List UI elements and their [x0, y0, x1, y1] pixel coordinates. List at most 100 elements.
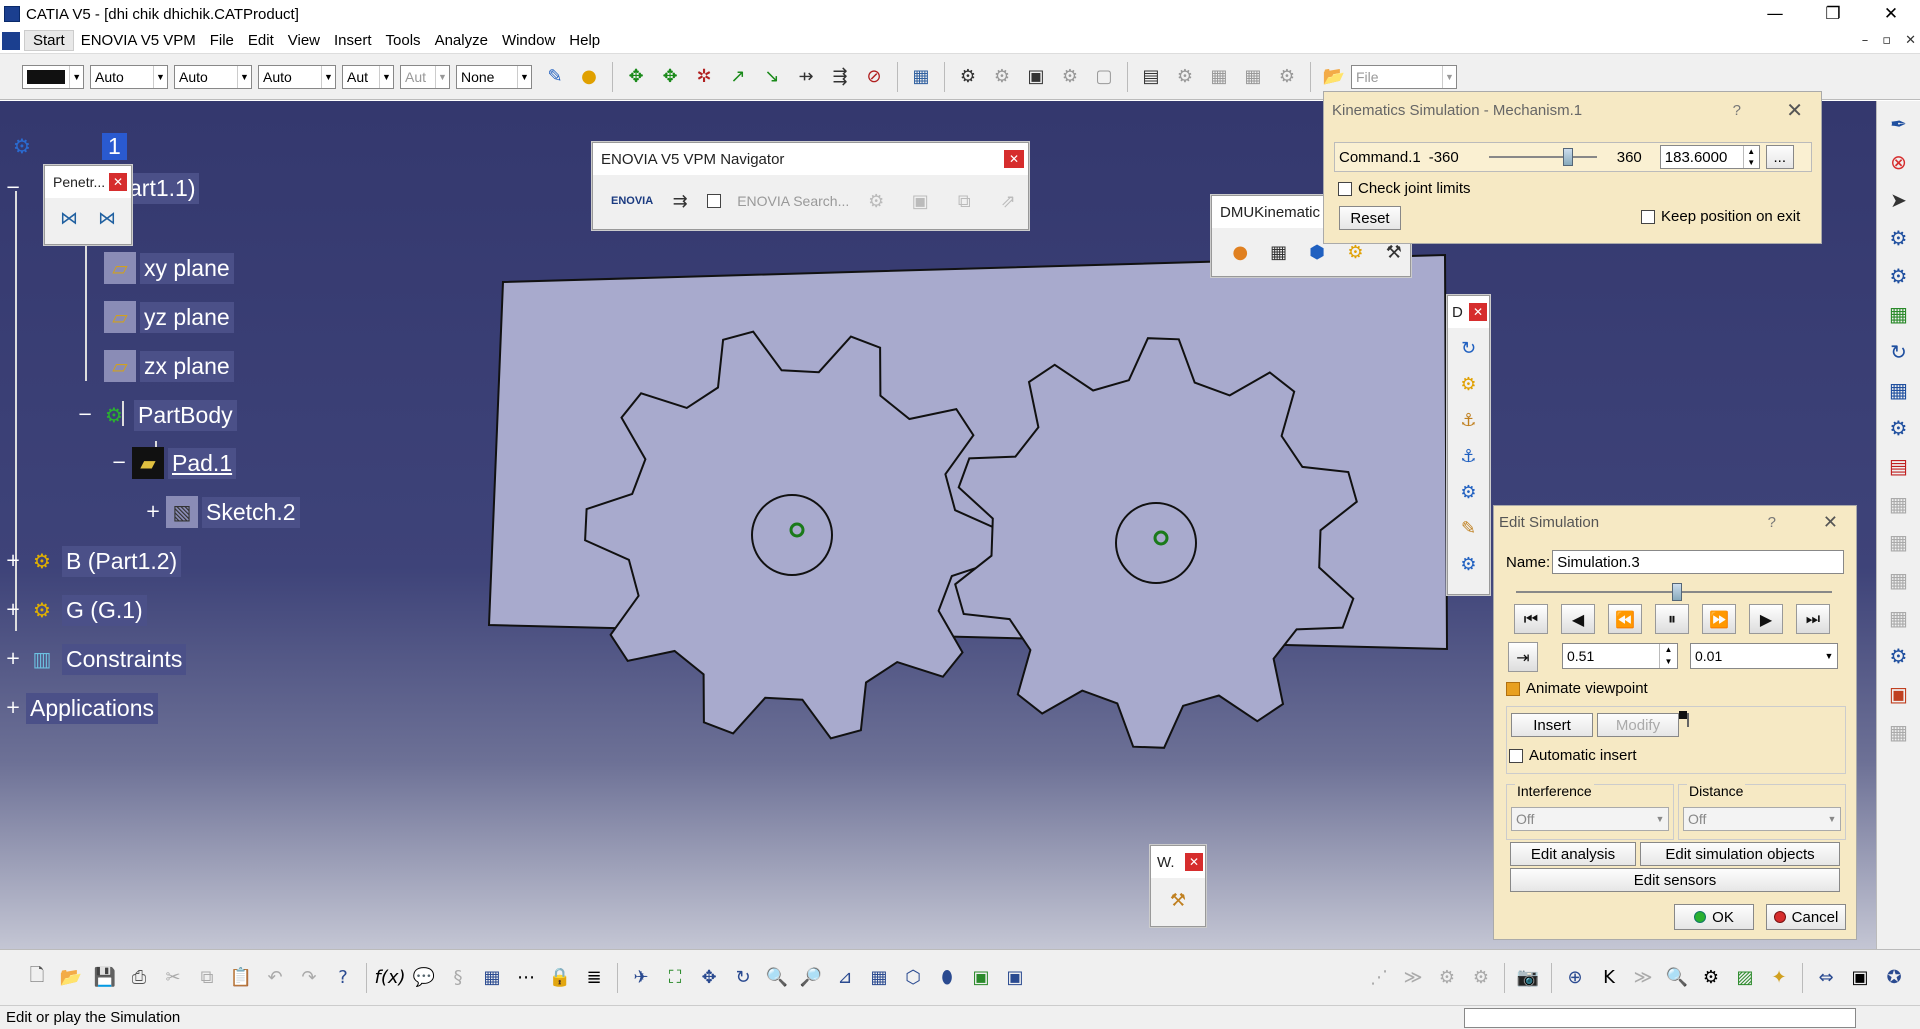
- jump-to-start-button[interactable]: ⏮: [1514, 604, 1548, 634]
- graph-icon[interactable]: ⋯: [512, 964, 540, 992]
- open-file-icon[interactable]: 📂: [57, 964, 85, 992]
- distance-select[interactable]: Off ▼: [1683, 807, 1841, 831]
- tree-item-xy-plane[interactable]: ▱ xy plane: [104, 251, 234, 285]
- insert-slider-thumb[interactable]: [1679, 711, 1687, 719]
- comment-icon[interactable]: 💬: [410, 964, 438, 992]
- normal-view-icon[interactable]: ⊿: [831, 964, 859, 992]
- close-icon[interactable]: ✕: [1823, 512, 1838, 533]
- layer-combo[interactable]: None ▼: [456, 64, 532, 89]
- tree-root-label[interactable]: 1: [102, 132, 127, 160]
- tree-item-applications[interactable]: + Applications: [5, 691, 159, 725]
- lock-icon[interactable]: 🔒: [546, 964, 574, 992]
- menu-edit[interactable]: Edit: [241, 32, 281, 49]
- enovia-search-checkbox[interactable]: [707, 194, 722, 208]
- expand-icon[interactable]: +: [5, 552, 20, 570]
- step-forward-button[interactable]: ⏩: [1702, 604, 1736, 634]
- fix-icon[interactable]: ⚙: [988, 63, 1016, 91]
- revolute-joint-icon[interactable]: ↻: [1455, 334, 1483, 362]
- step-backward-button[interactable]: ⏪: [1608, 604, 1642, 634]
- tree-item-zx-plane[interactable]: ▱ zx plane: [104, 349, 234, 383]
- save-icon[interactable]: 💾: [91, 964, 119, 992]
- fly-mode-icon[interactable]: ✈: [627, 964, 655, 992]
- menu-help[interactable]: Help: [562, 32, 607, 49]
- interference-select[interactable]: Off ▼: [1511, 807, 1669, 831]
- tree-item-partbody[interactable]: − ⚙ PartBody: [77, 398, 237, 432]
- minimize-button[interactable]: —: [1746, 0, 1804, 28]
- search-icon[interactable]: 🔍: [1663, 964, 1691, 992]
- device-icon[interactable]: ▣: [1846, 964, 1874, 992]
- camera-icon[interactable]: 📷: [1514, 964, 1542, 992]
- whats-this-icon[interactable]: ?: [329, 964, 357, 992]
- name-input[interactable]: Simulation.3: [1552, 550, 1845, 574]
- analysis-icon[interactable]: ⚙: [1884, 641, 1914, 671]
- select-options-icon[interactable]: ⚙: [1884, 223, 1914, 253]
- compile-simulation-icon[interactable]: ▦: [1265, 238, 1291, 266]
- painter-icon[interactable]: ✎: [541, 63, 569, 91]
- simulation-icon[interactable]: ●: [1227, 238, 1253, 266]
- light-icon[interactable]: ✦: [1765, 964, 1793, 992]
- close-icon[interactable]: ✕: [1185, 853, 1203, 871]
- snap-icon[interactable]: ✥: [656, 63, 684, 91]
- pause-button[interactable]: ⏸: [1655, 604, 1689, 634]
- reconnect-icon[interactable]: ⚙: [1056, 63, 1084, 91]
- step-size-select[interactable]: 0.01 ▼: [1690, 643, 1838, 669]
- spinner-icon[interactable]: ▲ ▼: [1742, 146, 1759, 168]
- automatic-insert-checkbox[interactable]: [1509, 748, 1523, 763]
- menu-analyze[interactable]: Analyze: [428, 32, 495, 49]
- swap-space-icon[interactable]: ▣: [1001, 964, 1029, 992]
- ok-button[interactable]: OK: [1674, 904, 1754, 930]
- fit-all-icon[interactable]: ⛶: [661, 964, 689, 992]
- mdi-restore-button[interactable]: ▫: [1882, 33, 1891, 48]
- penetration-icon[interactable]: ⋈: [56, 204, 82, 232]
- assembly-constraint-icon[interactable]: ⚙: [1455, 478, 1483, 506]
- manipulate-icon[interactable]: ↗: [724, 63, 752, 91]
- cancel-button[interactable]: Cancel: [1766, 904, 1846, 930]
- start-icon[interactable]: [2, 31, 20, 50]
- prismatic-joint-icon[interactable]: ⚙: [1455, 370, 1483, 398]
- help-icon[interactable]: ?: [1733, 102, 1741, 119]
- close-icon[interactable]: ✕: [1786, 98, 1803, 122]
- fixed-part-icon[interactable]: ⚓: [1455, 406, 1483, 434]
- stop-manipulate-icon[interactable]: ↘: [758, 63, 786, 91]
- point-symbol-combo[interactable]: Aut ▼: [342, 64, 394, 89]
- menu-enovia[interactable]: ENOVIA V5 VPM: [74, 32, 203, 49]
- compass-icon[interactable]: ⇔: [1812, 964, 1840, 992]
- anchor-icon[interactable]: ⚓: [1455, 442, 1483, 470]
- edit-simulation-objects-button[interactable]: Edit simulation objects: [1640, 842, 1840, 866]
- enovia-connect-icon[interactable]: ⇉: [666, 187, 694, 215]
- print-icon[interactable]: ⎙: [125, 964, 153, 992]
- step-value-input[interactable]: 0.51 ▲ ▼: [1562, 643, 1678, 669]
- new-component-icon[interactable]: ▤: [1137, 63, 1165, 91]
- update-icon[interactable]: ▣: [1022, 63, 1050, 91]
- simulation-slider[interactable]: [1516, 582, 1832, 602]
- tree-item-sketch[interactable]: + ▧ Sketch.2: [145, 495, 300, 529]
- transparency-combo[interactable]: Auto ▼: [90, 64, 168, 89]
- material-icon[interactable]: ●: [575, 63, 603, 91]
- command-slider[interactable]: [1488, 147, 1597, 167]
- zoom-in-icon[interactable]: 🔍: [763, 964, 791, 992]
- new-part-icon[interactable]: ▦: [1205, 63, 1233, 91]
- line-thickness-combo[interactable]: Auto ▼: [174, 64, 252, 89]
- collapse-icon[interactable]: −: [111, 454, 126, 472]
- hammer-icon[interactable]: ⚒: [1164, 886, 1192, 914]
- spinner-icon[interactable]: ▲ ▼: [1659, 644, 1677, 668]
- existing-component-icon[interactable]: ▦: [1239, 63, 1267, 91]
- constraint-icon[interactable]: ⚙: [954, 63, 982, 91]
- menu-file[interactable]: File: [203, 32, 241, 49]
- open-folder-icon[interactable]: 📂: [1320, 63, 1348, 91]
- menu-insert[interactable]: Insert: [327, 32, 379, 49]
- landscape-icon[interactable]: ▨: [1731, 964, 1759, 992]
- explode-icon[interactable]: ✲: [690, 63, 718, 91]
- menu-view[interactable]: View: [281, 32, 327, 49]
- close-window-button[interactable]: ✕: [1862, 0, 1920, 28]
- more-button[interactable]: ...: [1765, 145, 1794, 169]
- hide-show-icon[interactable]: ▣: [967, 964, 995, 992]
- render-style-icon[interactable]: ⬮: [933, 964, 961, 992]
- measure-icon[interactable]: ▢: [1090, 63, 1118, 91]
- expand-icon[interactable]: +: [5, 699, 20, 717]
- zoom-out-icon[interactable]: 🔎: [797, 964, 825, 992]
- table-icon[interactable]: ▦: [478, 964, 506, 992]
- close-icon[interactable]: ✕: [109, 173, 127, 191]
- jump-to-end-button[interactable]: ⏭: [1796, 604, 1830, 634]
- color-combo[interactable]: ▼: [22, 64, 84, 89]
